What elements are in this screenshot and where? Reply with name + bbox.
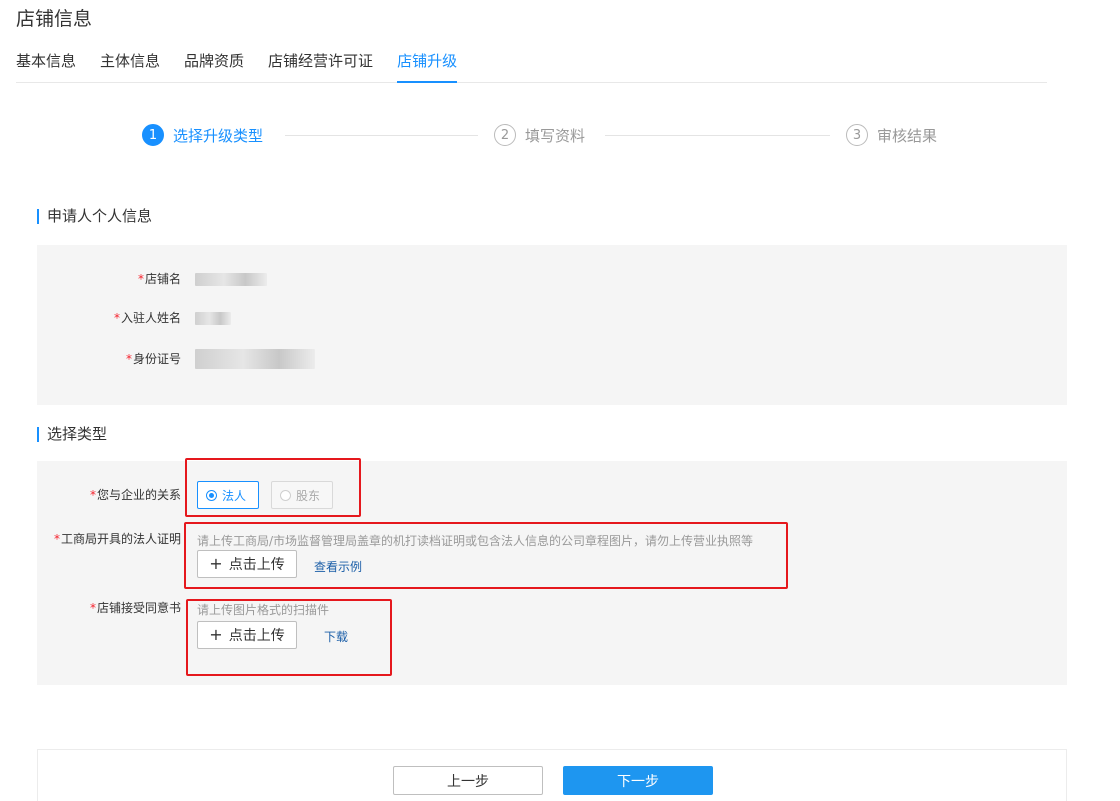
step-label: 选择升级类型: [173, 126, 264, 145]
store-name-label: *店铺名: [137, 272, 181, 286]
tab-bar: 基本信息 主体信息 品牌资质 店铺经营许可证 店铺升级: [16, 50, 1047, 83]
step-select-upgrade-type: 1 选择升级类型: [142, 122, 263, 148]
highlight-box-legal-proof: [184, 522, 788, 589]
personal-info-section-title: 申请人个人信息: [37, 209, 152, 224]
applicant-name-value: [195, 312, 231, 325]
step-number: 1: [142, 124, 164, 146]
id-number-value: [195, 349, 315, 369]
step-review-result: 3 审核结果: [846, 122, 937, 148]
step-number: 3: [846, 124, 868, 146]
consent-letter-label: *店铺接受同意书: [89, 601, 181, 615]
personal-info-panel: *店铺名 *入驻人姓名 *身份证号: [37, 245, 1067, 405]
applicant-name-row: *入驻人姓名: [37, 308, 1067, 328]
page-title: 店铺信息: [16, 8, 93, 30]
store-name-value: [195, 273, 267, 286]
relationship-label: *您与企业的关系: [89, 488, 181, 502]
step-connector: [285, 135, 478, 136]
tab-entity-info[interactable]: 主体信息: [100, 50, 160, 83]
step-connector: [605, 135, 830, 136]
id-number-label: *身份证号: [125, 352, 181, 366]
step-number: 2: [494, 124, 516, 146]
legal-proof-label: *工商局开具的法人证明: [53, 532, 181, 546]
highlight-box-relationship: [185, 458, 361, 517]
select-type-section-title: 选择类型: [37, 427, 107, 442]
tab-business-license[interactable]: 店铺经营许可证: [268, 50, 373, 83]
step-label: 填写资料: [525, 126, 586, 145]
next-step-button[interactable]: 下一步: [563, 766, 713, 795]
previous-step-button[interactable]: 上一步: [393, 766, 543, 795]
step-label: 审核结果: [877, 126, 938, 145]
footer-bar: 上一步 下一步: [37, 749, 1067, 801]
tab-brand-qualification[interactable]: 品牌资质: [184, 50, 244, 83]
step-fill-information: 2 填写资料: [494, 122, 585, 148]
steps: 1 选择升级类型 2 填写资料 3 审核结果: [0, 122, 1120, 148]
applicant-name-label: *入驻人姓名: [113, 311, 181, 325]
id-number-row: *身份证号: [37, 349, 1067, 369]
highlight-box-consent-letter: [186, 599, 392, 676]
tab-store-upgrade[interactable]: 店铺升级: [397, 50, 458, 83]
tab-basic-info[interactable]: 基本信息: [16, 50, 76, 83]
store-name-row: *店铺名: [37, 269, 1067, 289]
